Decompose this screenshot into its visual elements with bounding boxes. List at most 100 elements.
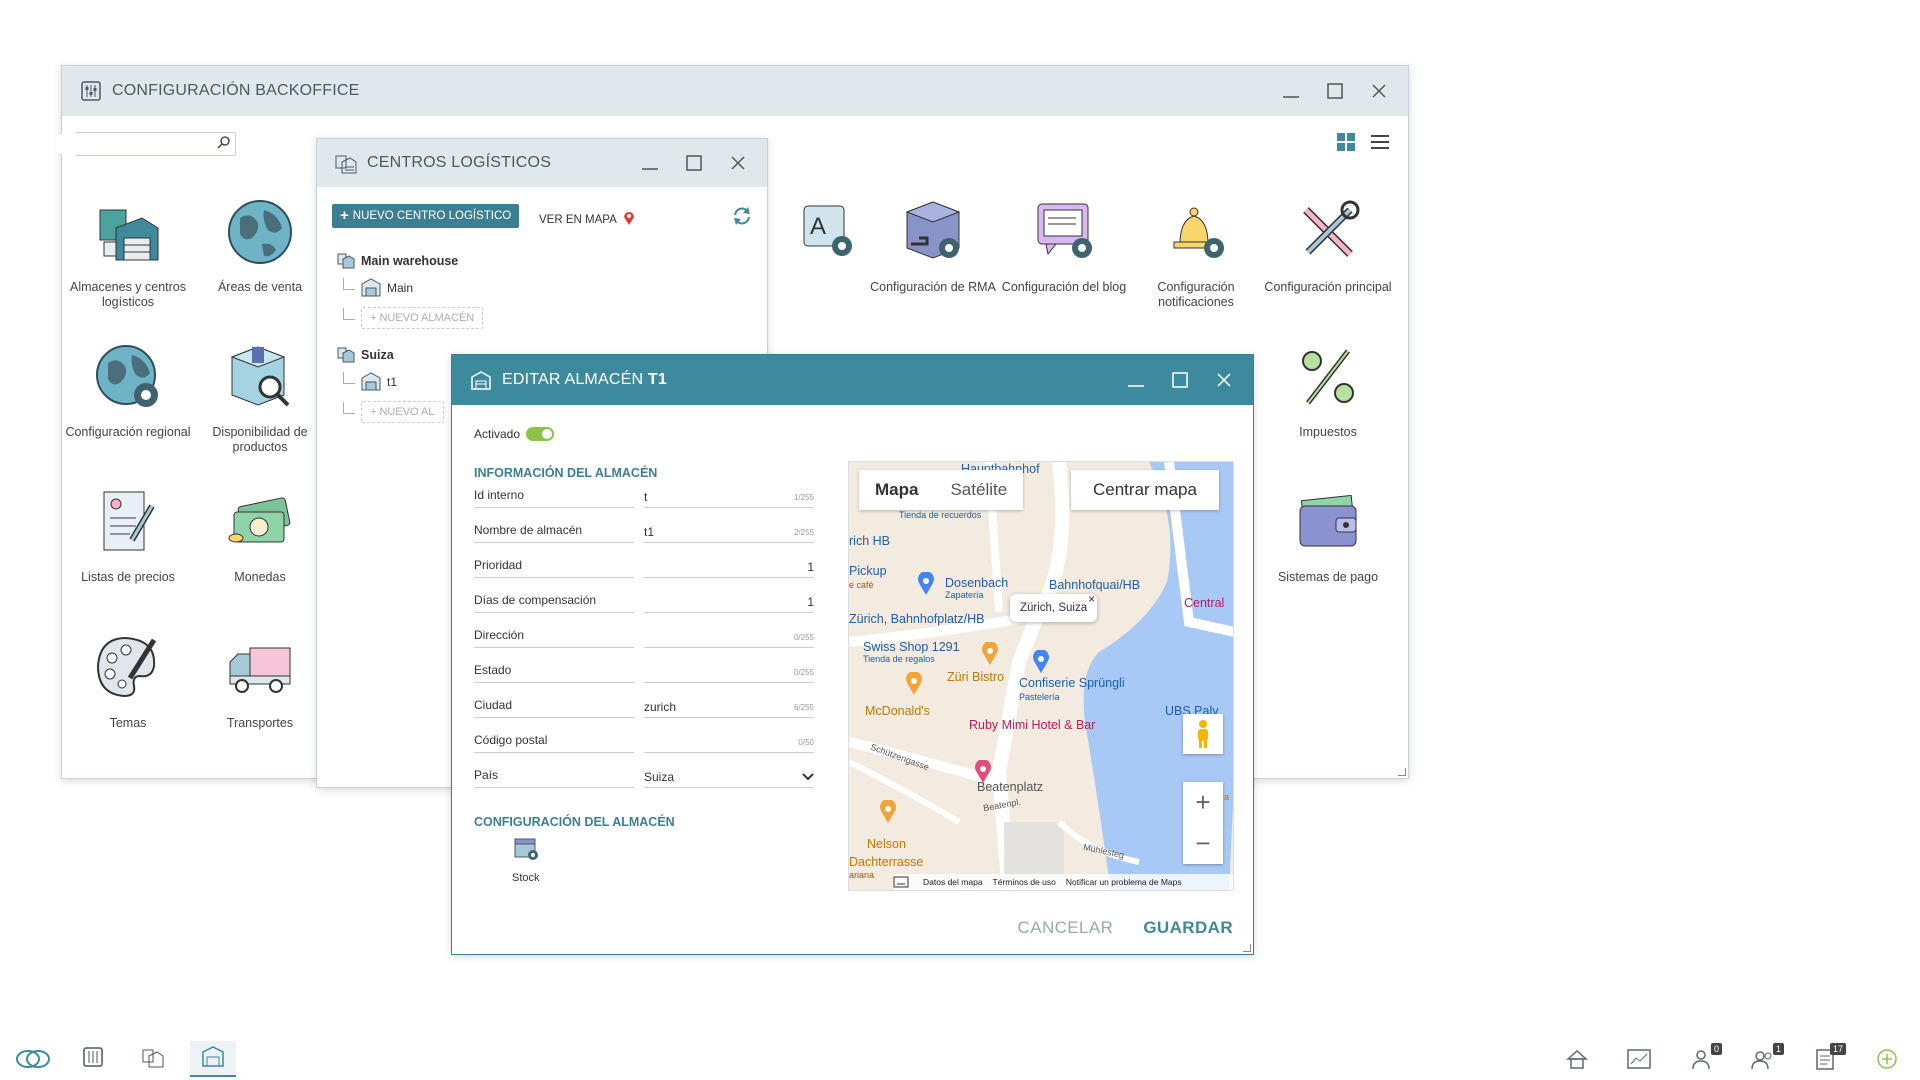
globe-icon: [224, 196, 296, 268]
state-input[interactable]: 0/255: [644, 659, 814, 683]
close-icon[interactable]: [1368, 80, 1390, 102]
tile-main-settings[interactable]: Configuración principal: [1262, 196, 1394, 295]
list-view-icon[interactable]: [1370, 132, 1390, 157]
close-icon[interactable]: [1213, 369, 1235, 391]
refresh-icon[interactable]: [731, 205, 753, 232]
close-icon[interactable]: ×: [1088, 592, 1095, 606]
map-type-tabs: Mapa Satélite: [859, 470, 1024, 510]
minimize-icon[interactable]: [639, 152, 661, 174]
compensation-days-input[interactable]: 1: [644, 589, 814, 613]
close-icon[interactable]: [727, 152, 749, 174]
tree-group[interactable]: Main warehouse: [337, 249, 483, 273]
zoom-out-icon[interactable]: −: [1195, 828, 1210, 859]
tile-currencies[interactable]: Monedas: [194, 486, 326, 585]
address-input[interactable]: 0/255: [644, 624, 814, 648]
zoom-in-icon[interactable]: +: [1195, 787, 1210, 818]
documents-icon[interactable]: 17: [1802, 1041, 1848, 1077]
map-marker-icon[interactable]: [879, 799, 897, 829]
city-input[interactable]: zurich 6/255: [644, 694, 814, 718]
report-problem-link[interactable]: Notificar un problema de Maps: [1066, 877, 1182, 887]
tile-sales-areas[interactable]: Áreas de venta: [194, 196, 326, 295]
tree-add-item: + NUEVO ALMACÉN: [343, 303, 484, 333]
tile-rma-settings[interactable]: Configuración de RMA: [867, 196, 999, 295]
map-marker-icon[interactable]: [905, 671, 923, 701]
window-titlebar[interactable]: CENTROS LOGÍSTICOS: [317, 139, 767, 187]
money-icon: [224, 486, 296, 558]
tile-label: Áreas de venta: [217, 280, 303, 294]
map-marker-icon[interactable]: [1032, 649, 1050, 679]
priority-input[interactable]: 1: [644, 554, 814, 578]
tile-payment-systems[interactable]: Sistemas de pago: [1262, 486, 1394, 585]
taskbar-edit-warehouse[interactable]: [190, 1041, 236, 1077]
country-select[interactable]: Suiza: [644, 764, 814, 788]
cancel-button[interactable]: CANCELAR: [1018, 918, 1114, 938]
tile-label: Transportes: [226, 716, 294, 730]
warehouse-icon: [361, 277, 381, 300]
svg-text:A: A: [810, 213, 826, 240]
tile-price-lists[interactable]: Listas de precios: [62, 486, 194, 585]
stock-button[interactable]: Stock: [512, 837, 540, 884]
minimize-icon[interactable]: [1280, 80, 1302, 102]
map-marker-icon[interactable]: [974, 759, 992, 789]
tile-transports[interactable]: Transportes: [194, 632, 326, 731]
minimize-icon[interactable]: [1125, 369, 1147, 391]
map-marker-icon[interactable]: [917, 571, 935, 601]
dialog-titlebar[interactable]: EDITAR ALMACÉN T1: [452, 355, 1253, 405]
tile-regional-settings[interactable]: Configuración regional: [62, 341, 194, 440]
postal-code-input[interactable]: 0/50: [644, 729, 814, 753]
tile-label: Almacenes y centros logísticos: [69, 280, 187, 309]
maximize-icon[interactable]: [683, 152, 705, 174]
tile-label: Configuración regional: [65, 425, 191, 439]
save-button[interactable]: GUARDAR: [1143, 918, 1233, 938]
wallet-icon: [1292, 486, 1364, 558]
activated-toggle[interactable]: [526, 427, 555, 441]
rma-settings-icon: [897, 196, 969, 268]
tile-notification-settings[interactable]: Configuración notificaciones: [1130, 196, 1262, 310]
new-logistics-center-button[interactable]: + NUEVO CENTRO LOGÍSTICO: [332, 204, 520, 228]
maximize-icon[interactable]: [1324, 80, 1346, 102]
users-icon[interactable]: 0: [1678, 1041, 1724, 1077]
groups-icon[interactable]: 1: [1740, 1041, 1786, 1077]
search-input[interactable]: [56, 134, 217, 154]
tile-label: Configuración del blog: [1001, 280, 1127, 294]
terms-link[interactable]: Términos de uso: [993, 877, 1056, 887]
app-logo-icon[interactable]: [10, 1041, 56, 1077]
window-titlebar[interactable]: CONFIGURACIÓN BACKOFFICE: [62, 66, 1408, 116]
tile-taxes[interactable]: Impuestos: [1262, 341, 1394, 440]
center-map-button[interactable]: Centrar mapa: [1071, 470, 1219, 510]
taskbar-logistics-centers[interactable]: [130, 1041, 176, 1077]
warehouse-name-input[interactable]: t1 2/255: [644, 519, 814, 543]
view-on-map-button[interactable]: VER EN MAPA: [539, 210, 635, 229]
tile-themes[interactable]: Temas: [62, 632, 194, 731]
tile-label: Sistemas de pago: [1277, 570, 1379, 584]
map-marker-icon[interactable]: [981, 641, 999, 671]
palette-icon: [92, 632, 164, 704]
new-warehouse-button[interactable]: + NUEVO AL: [361, 401, 444, 423]
warehouse-icon: [470, 369, 492, 391]
tile-label: Disponibilidad de productos: [212, 425, 308, 454]
tile-product-availability[interactable]: Disponibilidad de productos: [194, 341, 326, 455]
tile-warehouses[interactable]: Almacenes y centros logísticos: [62, 196, 194, 310]
price-list-icon: [92, 486, 164, 558]
tab-map[interactable]: Mapa: [859, 470, 934, 510]
settings-sliders-icon: [83, 1046, 103, 1072]
tab-satellite[interactable]: Satélite: [934, 470, 1023, 510]
maximize-icon[interactable]: [1169, 369, 1191, 391]
dashboard-icon[interactable]: [1616, 1041, 1662, 1077]
map-view[interactable]: Hauptbahnhof Tienda de recuerdos rich HB…: [848, 461, 1234, 891]
internal-id-input[interactable]: t 1/255: [644, 484, 814, 508]
map-data-link[interactable]: Datos del mapa: [923, 877, 983, 887]
warehouses-icon: [92, 196, 164, 268]
home-icon[interactable]: [1554, 1041, 1600, 1077]
add-circle-icon[interactable]: [1864, 1041, 1910, 1077]
keyboard-icon[interactable]: [893, 876, 909, 890]
pegman-icon[interactable]: [1183, 714, 1223, 754]
taskbar-backoffice-config[interactable]: [70, 1041, 116, 1077]
tile-blog-settings[interactable]: Configuración del blog: [998, 196, 1130, 295]
resize-handle[interactable]: [1243, 944, 1251, 952]
grid-view-icon[interactable]: [1336, 132, 1356, 157]
search-icon[interactable]: [217, 135, 231, 154]
new-warehouse-button[interactable]: + NUEVO ALMACÉN: [361, 307, 484, 329]
resize-handle[interactable]: [1398, 768, 1406, 776]
tree-item[interactable]: Main: [343, 273, 483, 303]
